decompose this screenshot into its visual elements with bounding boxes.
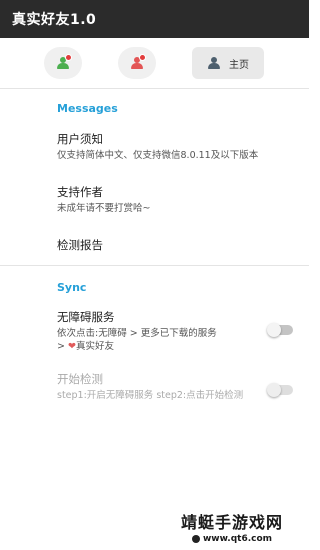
- toggle-knob: [267, 323, 281, 337]
- watermark-url: www.qt6.com: [202, 534, 273, 544]
- section-title-messages: Messages: [57, 102, 118, 115]
- list-item-subtitle: step1:开启无障碍服务 step2:点击开始检测: [57, 390, 244, 401]
- list-item-subtitle: 依次点击:无障碍 > 更多已下载的服务 > ❤真实好友: [57, 328, 217, 352]
- notification-badge: [65, 54, 72, 61]
- list-item-report[interactable]: 检测报告: [0, 237, 309, 253]
- section-title-sync: Sync: [57, 281, 87, 294]
- list-item-title: 支持作者: [57, 185, 103, 199]
- notification-badge: [139, 54, 146, 61]
- app-title: 真实好友1.0: [12, 12, 97, 28]
- list-item-subtitle: 仅支持简体中文、仅支持微信8.0.11及以下版本: [57, 150, 259, 161]
- accessibility-toggle[interactable]: [267, 323, 293, 337]
- start-check-toggle[interactable]: [267, 383, 293, 397]
- list-item-start-check[interactable]: 开始检测 step1:开启无障碍服务 step2:点击开始检测: [0, 371, 309, 402]
- list-item-title: 用户须知: [57, 132, 103, 146]
- list-item-title: 开始检测: [57, 372, 103, 386]
- list-item-accessibility[interactable]: 无障碍服务 依次点击:无障碍 > 更多已下载的服务 > ❤真实好友: [0, 309, 309, 353]
- list-item-support-author[interactable]: 支持作者 未成年请不要打赏哈~: [0, 184, 309, 215]
- tab-bar: 主页: [0, 38, 309, 88]
- list-item-subtitle: 未成年请不要打赏哈~: [57, 203, 151, 214]
- list-item-title: 无障碍服务: [57, 310, 115, 324]
- person-icon: [207, 57, 221, 69]
- heart-icon: ❤: [67, 341, 76, 352]
- globe-icon: [191, 535, 200, 543]
- app-bar: 真实好友1.0: [0, 0, 309, 38]
- list-item-user-notice[interactable]: 用户须知 仅支持简体中文、仅支持微信8.0.11及以下版本: [0, 131, 309, 162]
- tab-home[interactable]: 主页: [192, 47, 264, 79]
- tab-friends-red[interactable]: [118, 47, 156, 79]
- site-watermark: 靖蜓手游戏网 www.qt6.com: [164, 509, 300, 544]
- tab-friends-green[interactable]: [44, 47, 82, 79]
- toggle-knob: [267, 383, 281, 397]
- list-item-title: 检测报告: [57, 238, 103, 252]
- watermark-title: 靖蜓手游戏网: [180, 513, 283, 532]
- tab-home-label: 主页: [229, 59, 249, 71]
